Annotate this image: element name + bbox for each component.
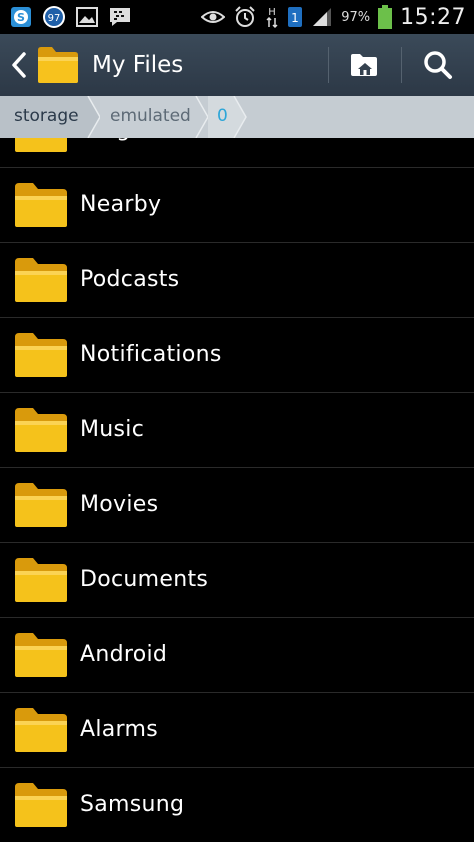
- folder-name: Ringtones: [80, 138, 193, 142]
- folder-name: Alarms: [80, 717, 158, 742]
- folder-name: Podcasts: [80, 267, 180, 292]
- folder-row[interactable]: Samsung: [0, 768, 474, 842]
- folder-icon: [14, 257, 68, 307]
- folder-icon: [14, 138, 68, 157]
- status-bar: S 97 H 1 97% 15:27: [0, 0, 474, 34]
- clock: 15:27: [400, 4, 466, 30]
- folder-name: Notifications: [80, 342, 222, 367]
- search-button[interactable]: [402, 34, 474, 96]
- back-button[interactable]: [4, 34, 34, 96]
- home-folder-icon: [351, 54, 377, 76]
- folder-row[interactable]: Android: [0, 618, 474, 693]
- folder-row[interactable]: Movies: [0, 468, 474, 543]
- folder-name: Nearby: [80, 192, 162, 217]
- action-bar: My Files: [0, 34, 474, 96]
- eye-icon: [201, 9, 226, 25]
- folder-icon: [14, 482, 68, 532]
- hspa-network-icon: H: [265, 5, 279, 29]
- battery-percent: 97%: [341, 9, 371, 25]
- folder-name: Android: [80, 642, 168, 667]
- folder-row[interactable]: Music: [0, 393, 474, 468]
- image-icon: [76, 7, 98, 27]
- bbm-icon: [108, 6, 132, 28]
- folder-icon: [14, 707, 68, 757]
- my-files-app-icon[interactable]: [36, 45, 80, 85]
- search-icon: [424, 51, 452, 79]
- folder-name: Movies: [80, 492, 159, 517]
- folder-row[interactable]: Nearby: [0, 168, 474, 243]
- home-folder-button[interactable]: [329, 34, 401, 96]
- breadcrumb-item-current[interactable]: 0: [217, 106, 228, 126]
- folder-row[interactable]: Ringtones: [0, 138, 474, 168]
- folder-row[interactable]: Documents: [0, 543, 474, 618]
- badge-count: 97: [48, 13, 61, 24]
- folder-icon: [14, 332, 68, 382]
- folder-name: Music: [80, 417, 145, 442]
- notification-area: S 97: [0, 5, 132, 29]
- battery-icon: [378, 5, 393, 29]
- folder-list-content: Ringtones Nearby Podcasts Notifications Musi…: [0, 138, 474, 842]
- folder-icon: [14, 557, 68, 607]
- breadcrumb-item-storage[interactable]: storage: [14, 106, 79, 126]
- sim-label: 1: [291, 11, 299, 25]
- folder-icon: [14, 782, 68, 832]
- chevron-left-icon: [12, 52, 26, 78]
- folder-name: Samsung: [80, 792, 185, 817]
- svg-text:S: S: [17, 11, 25, 24]
- alarm-icon: [233, 5, 257, 29]
- folder-name: Documents: [80, 567, 209, 592]
- sim-1-icon: 1: [287, 6, 303, 28]
- folder-icon: [14, 182, 68, 232]
- my-files-screen: S 97 H 1 97% 15:27 My Files storage emul…: [0, 0, 474, 842]
- badge-97-icon: 97: [42, 5, 66, 29]
- system-status-area: H 1 97% 15:27: [201, 5, 474, 30]
- breadcrumb-item-emulated[interactable]: emulated: [110, 106, 191, 126]
- network-label: H: [268, 7, 276, 18]
- folder-list[interactable]: Ringtones Nearby Podcasts Notifications Musi…: [0, 138, 474, 842]
- folder-row[interactable]: Podcasts: [0, 243, 474, 318]
- skype-icon: S: [10, 6, 32, 28]
- action-bar-actions: [328, 34, 474, 96]
- breadcrumb: storage emulated 0: [0, 96, 474, 138]
- page-title: My Files: [92, 52, 184, 78]
- folder-row[interactable]: Notifications: [0, 318, 474, 393]
- folder-icon: [14, 407, 68, 457]
- folder-icon: [14, 632, 68, 682]
- folder-row[interactable]: Alarms: [0, 693, 474, 768]
- signal-icon: [311, 7, 333, 27]
